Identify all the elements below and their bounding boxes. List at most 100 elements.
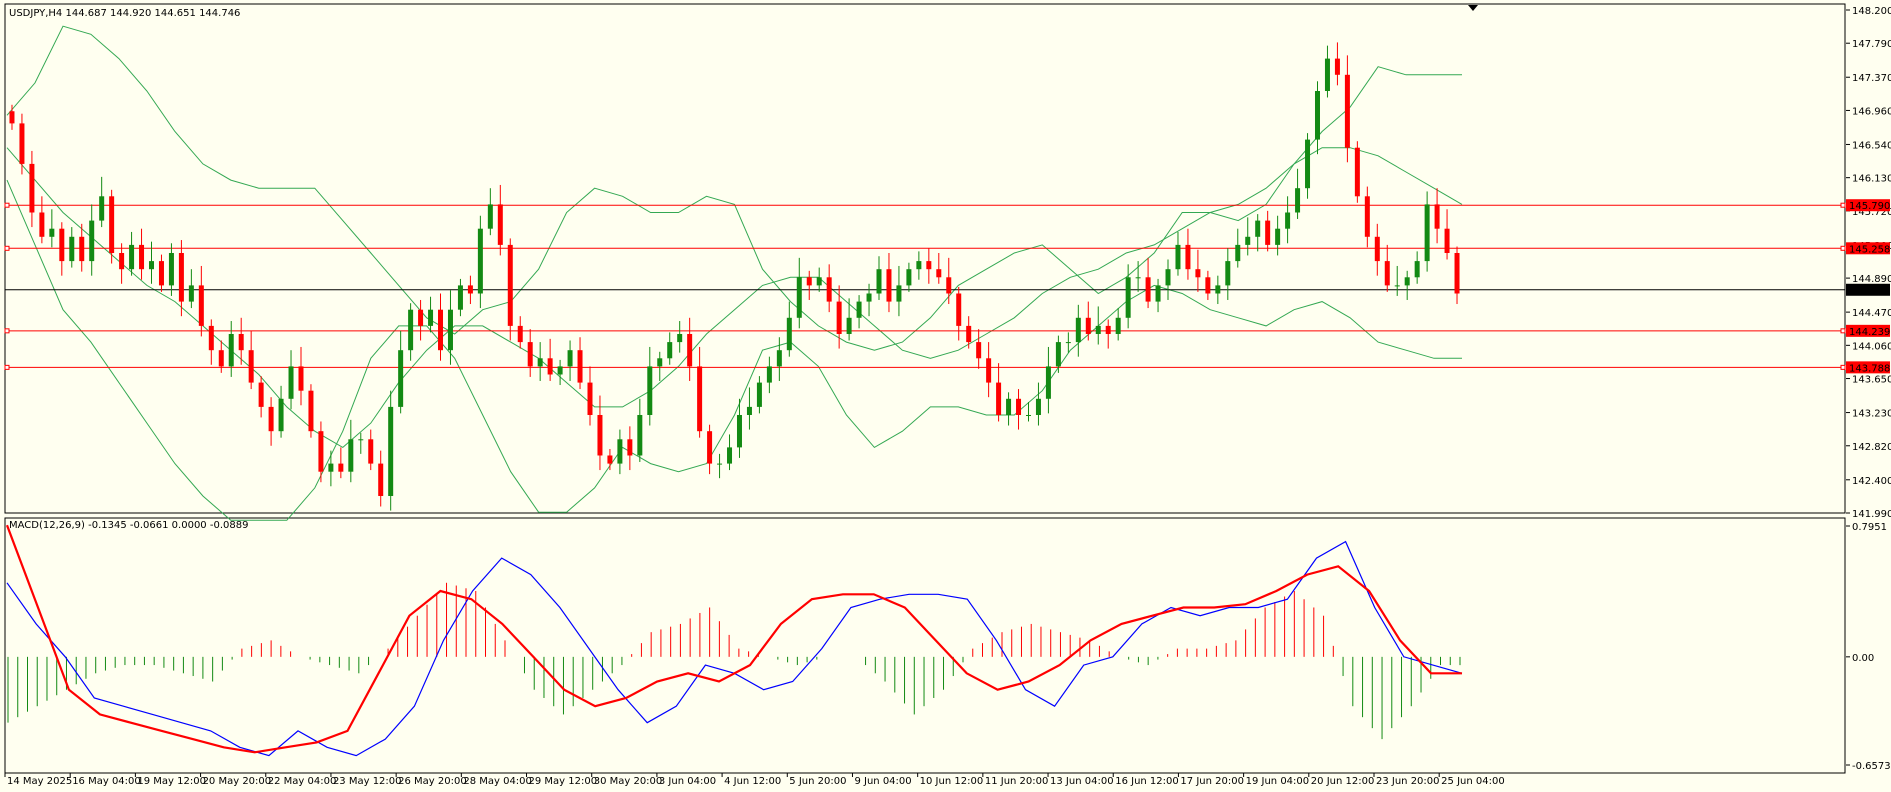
candle-body [467, 285, 473, 294]
candle-body [856, 301, 862, 318]
time-tick-label: 5 Jun 20:00 [789, 776, 846, 787]
price-axis: 148.200 147.790 147.370 146.960 146.540 146.1… [1846, 6, 1891, 520]
time-tick-label: 23 May 12:00 [333, 776, 402, 787]
time-tick-label: 19 Jun 04:00 [1246, 776, 1310, 787]
candle-body [896, 285, 902, 302]
candle-body [228, 333, 234, 367]
candle-body [1235, 244, 1241, 262]
candle-body [258, 382, 264, 407]
level-handle-right[interactable] [1840, 364, 1846, 370]
macd-indicator [5, 524, 1463, 757]
candle-body [1145, 277, 1151, 302]
candle-body [1115, 317, 1121, 334]
candle-body [1285, 212, 1291, 229]
trading-chart[interactable]: 148.200 147.790 147.370 146.960 146.540 146.1… [0, 0, 1891, 792]
level-handle-left[interactable] [4, 202, 10, 208]
candle-body [547, 358, 553, 375]
level-handle-left[interactable] [4, 245, 10, 251]
candle-body [916, 261, 922, 270]
candle-body [19, 123, 25, 164]
candle-body [288, 366, 294, 399]
time-tick-label: 3 Jun 04:00 [659, 776, 716, 787]
price-tick-label: 143.650 [1852, 375, 1891, 386]
candle-body [796, 277, 802, 318]
time-tick-label: 16 Jun 12:00 [1115, 776, 1179, 787]
level-handle-right[interactable] [1840, 202, 1846, 208]
price-tick-label: 147.790 [1852, 39, 1891, 50]
candle-body [1055, 342, 1061, 367]
candle-body [1265, 220, 1271, 245]
level-handle-left[interactable] [4, 328, 10, 334]
level-price-label: 144.239 [1849, 327, 1890, 338]
candle-body [497, 204, 503, 245]
candle-body [657, 358, 663, 367]
price-tick-label: 144.060 [1852, 341, 1891, 352]
candle-body [428, 309, 434, 326]
candle-body [99, 196, 105, 221]
candle-body [866, 293, 872, 302]
shift-marker-icon[interactable] [1468, 5, 1478, 11]
candle-body [776, 350, 782, 367]
current-price-label: 144.746 [1849, 286, 1890, 297]
level-handle-right[interactable] [1840, 245, 1846, 251]
candle-body [906, 269, 912, 286]
level-price-label: 145.258 [1849, 244, 1890, 255]
candle-body [218, 350, 224, 367]
candle-body [1434, 204, 1440, 229]
price-tick-label: 143.230 [1852, 409, 1891, 420]
candle-body [188, 285, 194, 302]
candle-body [1245, 236, 1251, 245]
time-tick-label: 23 Jun 20:00 [1376, 776, 1440, 787]
candle-body [1085, 317, 1091, 334]
time-tick-label: 20 Jun 12:00 [1311, 776, 1375, 787]
candle-body [936, 269, 942, 278]
candle-body [1344, 74, 1350, 148]
candle-body [129, 244, 135, 270]
candle-body [806, 277, 812, 286]
candle-body [1195, 269, 1201, 278]
price-tick-label: 144.470 [1852, 308, 1891, 319]
time-tick-label: 17 Jun 20:00 [1180, 776, 1244, 787]
candle-body [49, 228, 55, 237]
time-tick-label: 26 May 20:00 [398, 776, 467, 787]
candle-body [557, 366, 563, 375]
candle-body [1374, 236, 1380, 262]
candle-body [667, 342, 673, 359]
candle-body [487, 204, 493, 229]
candle-body [1165, 269, 1171, 286]
candle-body [447, 309, 453, 351]
bb-lower-line [6, 179, 1462, 521]
macd-tick-label: 0.7951 [1852, 522, 1887, 533]
candle-body [328, 463, 334, 472]
candle-body [1314, 90, 1320, 140]
candle-body [1414, 261, 1420, 278]
candle-body [1324, 58, 1330, 91]
candle-body [268, 406, 274, 432]
macd-pane-frame[interactable] [4, 517, 1846, 774]
candle-body [727, 447, 733, 464]
price-tick-label: 144.890 [1852, 274, 1891, 285]
candle-body [1225, 261, 1231, 286]
candle-body [976, 342, 982, 359]
candle-body [637, 414, 643, 456]
time-tick-label: 13 Jun 04:00 [1050, 776, 1114, 787]
bollinger-bands [6, 25, 1463, 521]
candle-body [248, 350, 254, 383]
macd-axis: 0.7951 0.00 -0.6573 [1846, 522, 1891, 772]
candle-body [707, 431, 713, 464]
bb-upper-line [6, 25, 1462, 351]
time-axis: 14 May 2025 16 May 04:0019 May 12:0020 Ma… [4, 773, 1505, 787]
candle-body [1095, 325, 1101, 334]
symbol-info: USDJPY,H4 144.687 144.920 144.651 144.74… [9, 8, 240, 19]
candle-body [388, 406, 394, 496]
price-tick-label: 148.200 [1852, 6, 1891, 17]
candle-body [178, 252, 184, 302]
candle-body [1016, 398, 1022, 415]
time-tick-label: 14 May 2025 [7, 776, 72, 787]
candle-body [1185, 244, 1191, 270]
candle-body [418, 309, 424, 326]
candle-body [198, 285, 204, 326]
level-handle-right[interactable] [1840, 328, 1846, 334]
level-handle-left[interactable] [4, 364, 10, 370]
candle-body [208, 325, 214, 351]
